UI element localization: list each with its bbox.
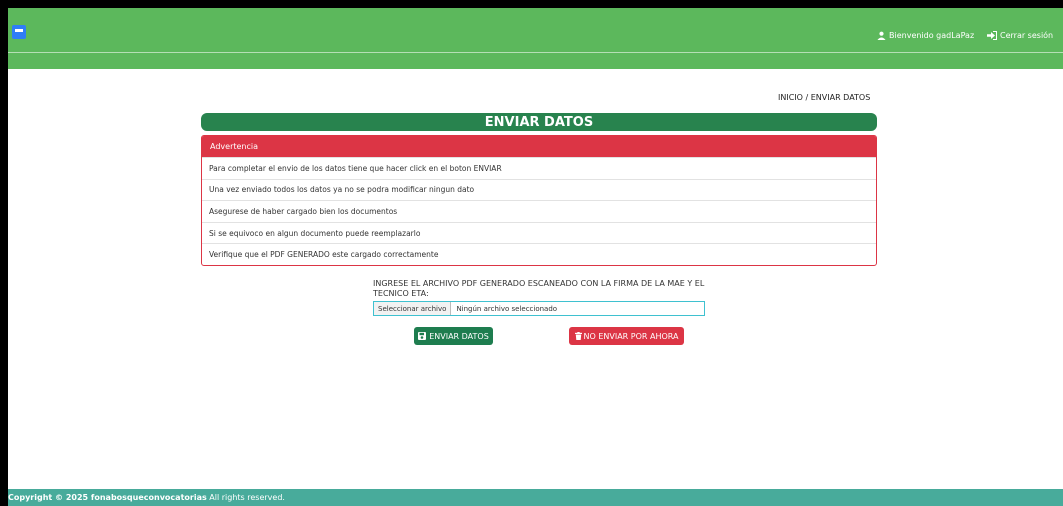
pdf-file-input[interactable]: Seleccionar archivo Ningún archivo selec… xyxy=(373,301,705,316)
user-icon xyxy=(877,31,886,40)
page-title: ENVIAR DATOS xyxy=(201,113,877,131)
navbar-divider xyxy=(8,52,1063,53)
menu-toggle-button[interactable] xyxy=(12,25,26,39)
warning-item: Para completar el envio de los datos tie… xyxy=(202,157,876,179)
logout-link[interactable]: Cerrar sesión xyxy=(987,29,1053,41)
footer: Copyright © 2025 fonabosqueconvocatorias… xyxy=(8,489,1063,506)
send-data-button[interactable]: ENVIAR DATOS xyxy=(414,327,493,345)
sign-out-icon xyxy=(987,30,997,40)
footer-brand-link[interactable]: fonabosqueconvocatorias xyxy=(91,493,207,502)
do-not-send-label: NO ENVIAR POR AHORA xyxy=(583,331,679,341)
send-data-label: ENVIAR DATOS xyxy=(429,331,489,341)
warning-panel: Advertencia Para completar el envio de l… xyxy=(201,135,877,266)
save-icon xyxy=(418,332,427,340)
footer-copyright: Copyright © 2025 xyxy=(8,493,89,502)
user-menu-link[interactable]: Bienvenido gadLaPaz xyxy=(877,29,974,41)
breadcrumb: INICIO / ENVIAR DATOS xyxy=(778,93,871,102)
select-file-button[interactable]: Seleccionar archivo xyxy=(374,302,452,315)
warning-item: Verifique que el PDF GENERADO este carga… xyxy=(202,243,876,265)
upload-label: INGRESE EL ARCHIVO PDF GENERADO ESCANEAD… xyxy=(373,279,705,298)
do-not-send-button[interactable]: NO ENVIAR POR AHORA xyxy=(569,327,684,345)
warning-item: Asegurese de haber cargado bien los docu… xyxy=(202,200,876,222)
logout-label: Cerrar sesión xyxy=(1000,30,1054,40)
user-greeting: Bienvenido gadLaPaz xyxy=(889,30,975,40)
warning-header: Advertencia xyxy=(202,136,876,157)
warning-item: Si se equivoco en algun documento puede … xyxy=(202,221,876,244)
file-status: Ningún archivo seleccionado xyxy=(456,304,558,313)
trash-icon xyxy=(574,332,582,340)
warning-item: Una vez enviado todos los datos ya no se… xyxy=(202,178,876,201)
top-navbar: Bienvenido gadLaPaz Cerrar sesión xyxy=(8,8,1063,69)
menu-icon xyxy=(15,28,23,36)
app-window: Bienvenido gadLaPaz Cerrar sesión INICIO… xyxy=(8,8,1063,506)
footer-rights: All rights reserved. xyxy=(209,493,285,502)
